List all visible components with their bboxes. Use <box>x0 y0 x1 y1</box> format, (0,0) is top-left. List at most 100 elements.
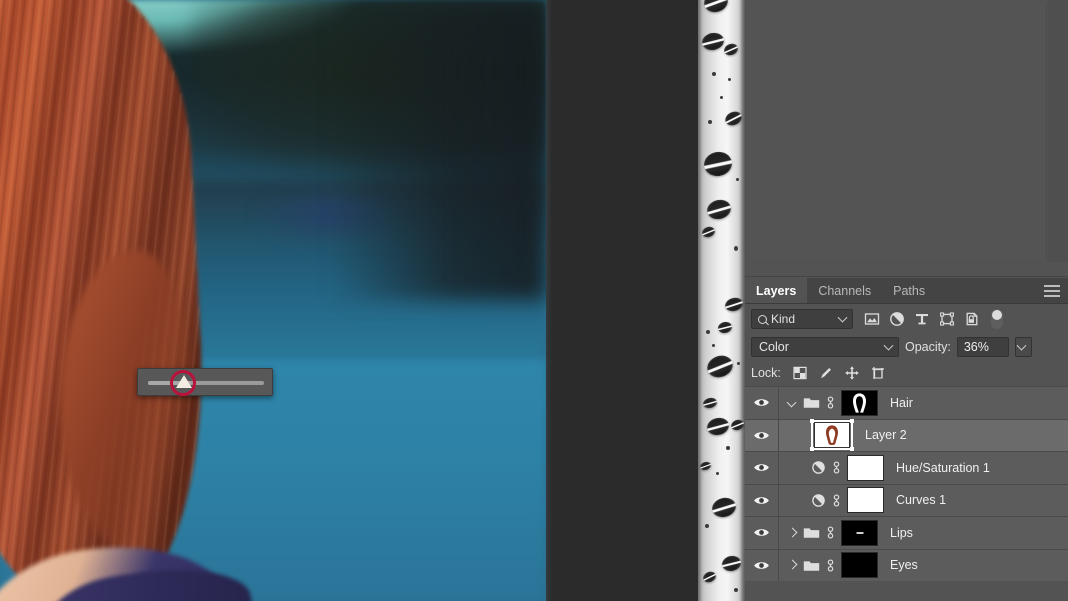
search-icon <box>758 314 767 324</box>
water-droplet-texture-strip <box>698 0 745 601</box>
canvas-empty-area[interactable] <box>546 0 698 601</box>
table-row[interactable]: Lips <box>745 516 1068 549</box>
table-row[interactable]: Hue/Saturation 1 <box>745 451 1068 484</box>
shape-layer-filter-icon[interactable] <box>939 311 955 327</box>
layer-visibility-toggle[interactable] <box>745 484 779 516</box>
link-icon[interactable] <box>825 525 836 540</box>
droplet <box>700 225 717 239</box>
upper-panel-group <box>745 0 1068 277</box>
droplet <box>702 149 734 179</box>
droplet <box>704 352 736 381</box>
layer-name: Hair <box>890 395 913 410</box>
blend-opacity-row: Color Opacity: 36% <box>745 334 1068 360</box>
table-row[interactable]: Curves 1 <box>745 483 1068 517</box>
layer-thumbnail[interactable] <box>810 419 854 452</box>
droplet-small <box>728 78 731 81</box>
tab-layers-label: Layers <box>756 283 797 298</box>
filter-enable-toggle[interactable] <box>991 309 1003 329</box>
folder-icon <box>803 528 820 539</box>
chevron-down-icon[interactable] <box>787 397 798 408</box>
table-row[interactable]: Eyes <box>745 548 1068 582</box>
opacity-slider-handle[interactable] <box>176 375 192 388</box>
link-icon[interactable] <box>831 460 842 475</box>
selection-handle <box>850 419 854 424</box>
droplet-small <box>726 446 730 450</box>
link-icon[interactable] <box>825 558 836 573</box>
layer-mask-thumbnail[interactable] <box>847 487 884 514</box>
table-row[interactable]: Hair <box>745 386 1068 419</box>
droplet <box>701 0 731 16</box>
layer-name: Curves 1 <box>896 493 947 508</box>
folder-icon <box>803 561 820 571</box>
tab-paths[interactable]: Paths <box>882 278 937 303</box>
layer-visibility-toggle[interactable] <box>745 419 779 451</box>
layers-panel: Layers Channels Paths Kind Color Opacity… <box>745 278 1068 601</box>
opacity-slider-track[interactable] <box>148 381 264 385</box>
droplet <box>722 41 740 58</box>
upper-panel-content <box>747 2 1047 260</box>
layer-filter-kind-select[interactable]: Kind <box>751 309 853 329</box>
eye-icon <box>754 464 769 472</box>
layer-row-body[interactable]: Eyes <box>779 550 1068 582</box>
link-icon[interactable] <box>825 395 836 410</box>
layer-visibility-toggle[interactable] <box>745 452 779 484</box>
chevron-down-icon <box>883 340 894 351</box>
layer-row-body[interactable]: Layer 2 <box>779 419 1068 452</box>
chevron-right-icon[interactable] <box>787 527 798 538</box>
layer-row-body[interactable]: Hue/Saturation 1 <box>779 452 1068 484</box>
blend-mode-select[interactable]: Color <box>751 337 899 357</box>
eye-icon <box>754 399 769 407</box>
layer-mask-thumbnail[interactable] <box>847 454 884 481</box>
lock-position-icon[interactable] <box>844 365 860 381</box>
selection-handle <box>810 419 814 424</box>
droplet <box>709 495 739 520</box>
droplet-small <box>708 120 712 124</box>
document-canvas-photo[interactable] <box>0 0 546 601</box>
lock-transparent-pixels-icon[interactable] <box>792 365 808 381</box>
layer-list: Hair Layer 2 Hue/Saturation 1 Curves 1 L… <box>745 386 1068 581</box>
photo-right-shadow <box>330 0 546 300</box>
droplet-small <box>734 588 738 592</box>
droplet-small <box>737 362 740 365</box>
tab-layers[interactable]: Layers <box>745 278 808 303</box>
layer-name: Hue/Saturation 1 <box>896 460 990 475</box>
layer-name: Eyes <box>890 558 918 573</box>
opacity-slider-toggle-button[interactable] <box>1014 337 1032 357</box>
chevron-right-icon[interactable] <box>787 560 798 571</box>
layer-row-body[interactable]: Hair <box>779 387 1068 419</box>
opacity-slider-popup[interactable] <box>137 368 273 396</box>
droplet <box>705 197 733 222</box>
opacity-input[interactable]: 36% <box>956 337 1009 357</box>
droplet-small <box>734 246 738 251</box>
layer-mask-thumbnail[interactable] <box>841 552 878 579</box>
pixel-layer-filter-icon[interactable] <box>864 311 880 327</box>
tab-channels[interactable]: Channels <box>807 278 883 303</box>
droplet-small <box>706 330 710 334</box>
adjustment-layer-icon <box>812 493 825 507</box>
droplet <box>705 415 731 438</box>
lock-image-pixels-icon[interactable] <box>818 365 834 381</box>
layer-visibility-toggle[interactable] <box>745 517 779 549</box>
hamburger-menu-icon[interactable] <box>1044 285 1060 297</box>
adjustment-layer-icon <box>812 461 825 475</box>
layer-visibility-toggle[interactable] <box>745 387 779 419</box>
layer-row-body[interactable]: Curves 1 <box>779 485 1068 517</box>
link-icon[interactable] <box>831 493 842 508</box>
layer-mask-thumbnail[interactable] <box>841 519 878 546</box>
layer-mask-thumbnail[interactable] <box>841 389 878 416</box>
mask-mark <box>856 531 863 534</box>
droplet-small <box>705 524 709 528</box>
lock-label: Lock: <box>751 366 781 380</box>
right-panel-dock: Layers Channels Paths Kind Color Opacity… <box>745 0 1068 601</box>
upper-panel-scroll-gutter[interactable] <box>1048 0 1068 262</box>
layer-row-body[interactable]: Lips <box>779 517 1068 549</box>
layer-visibility-toggle[interactable] <box>745 549 779 581</box>
eye-icon <box>754 561 769 569</box>
adjustment-layer-filter-icon[interactable] <box>889 311 905 327</box>
table-row[interactable]: Layer 2 <box>745 418 1068 452</box>
lock-artboard-nesting-icon[interactable] <box>870 365 886 381</box>
type-layer-filter-icon[interactable] <box>914 311 930 327</box>
smart-object-filter-icon[interactable] <box>964 311 980 327</box>
droplet <box>701 569 718 585</box>
droplet-small <box>712 344 715 347</box>
